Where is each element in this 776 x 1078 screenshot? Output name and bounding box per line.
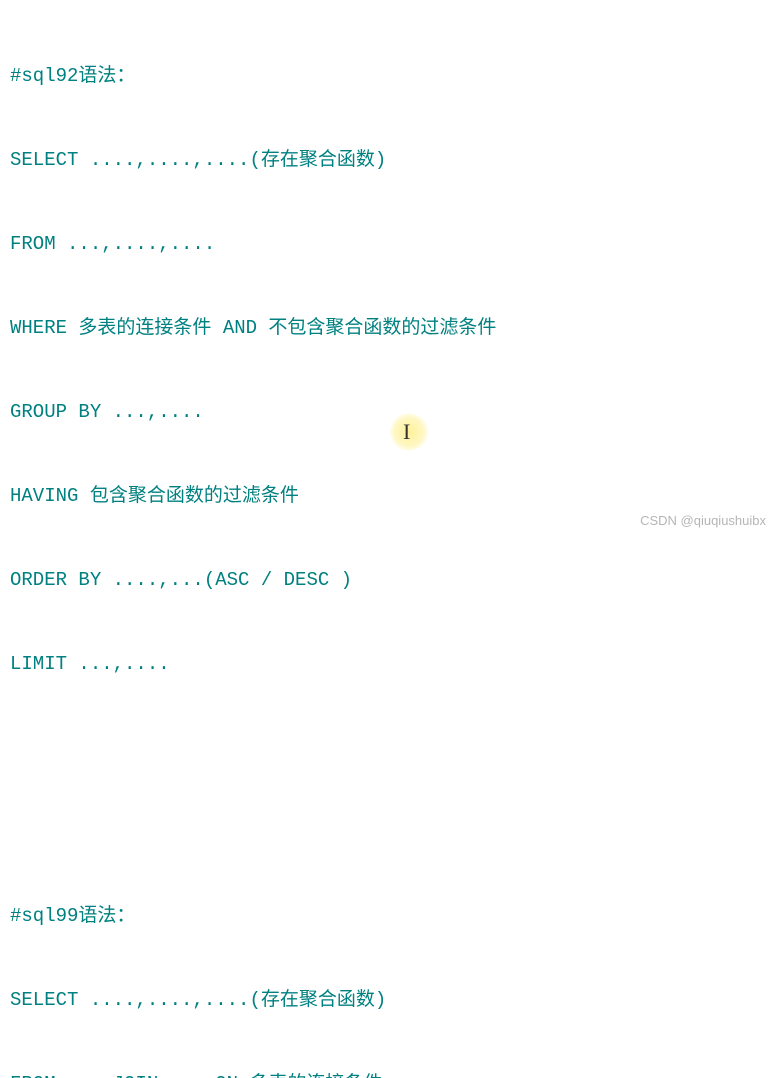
sql92-line-where: WHERE 多表的连接条件 AND 不包含聚合函数的过滤条件	[10, 314, 766, 342]
sql92-line-having: HAVING 包含聚合函数的过滤条件	[10, 482, 766, 510]
sql92-line-groupby: GROUP BY ...,....	[10, 398, 766, 426]
sql99-header: #sql99语法：	[10, 902, 766, 930]
sql92-line-select: SELECT ....,....,....(存在聚合函数)	[10, 146, 766, 174]
sql99-line-select: SELECT ....,....,....(存在聚合函数)	[10, 986, 766, 1014]
sql99-line-from: FROM ... JOIN ....ON 多表的连接条件	[10, 1070, 766, 1078]
sql92-line-from: FROM ...,....,....	[10, 230, 766, 258]
code-editor[interactable]: #sql92语法： SELECT ....,....,....(存在聚合函数) …	[10, 6, 766, 1078]
sql92-header: #sql92语法：	[10, 62, 766, 90]
blank-line	[10, 734, 766, 762]
sql92-line-orderby: ORDER BY ....,...(ASC / DESC )	[10, 566, 766, 594]
blank-line	[10, 818, 766, 846]
sql92-line-limit: LIMIT ...,....	[10, 650, 766, 678]
